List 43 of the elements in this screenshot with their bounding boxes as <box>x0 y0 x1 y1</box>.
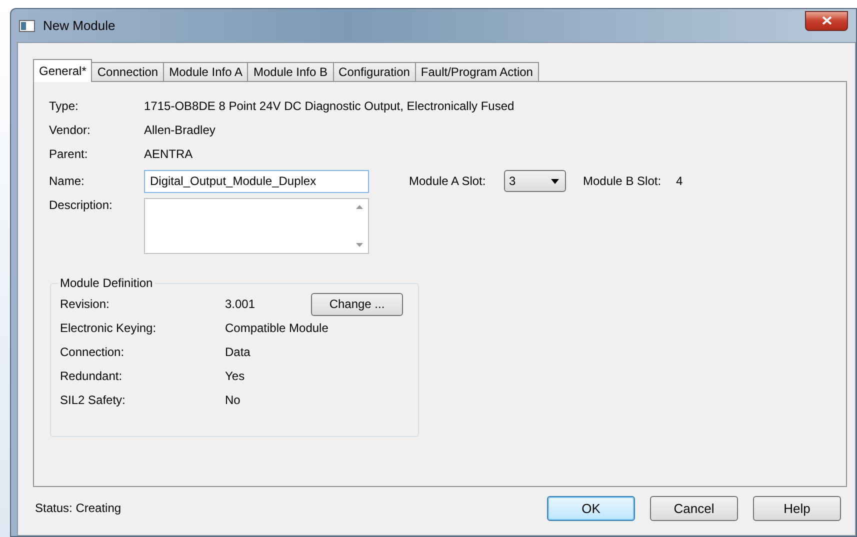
field-label: SIL2 Safety: <box>60 393 126 407</box>
tab[interactable]: Module Info B <box>247 62 334 82</box>
dialog-button[interactable]: Cancel <box>650 496 738 520</box>
field-value: Data <box>225 345 250 359</box>
field-label: Electronic Keying: <box>60 321 158 335</box>
field-value: 3.001 <box>225 297 256 311</box>
tab[interactable]: Fault/Program Action <box>414 62 539 82</box>
close-button[interactable] <box>805 10 848 30</box>
field-label: Module B Slot: <box>583 174 662 188</box>
field-value: Yes <box>225 369 245 383</box>
status-value: Creating <box>76 501 122 515</box>
dropdown-arrow-icon <box>551 178 559 184</box>
tab[interactable]: Connection <box>91 62 164 82</box>
field-label: Module A Slot: <box>409 174 487 188</box>
field-label: Redundant: <box>60 369 124 383</box>
tab[interactable]: Configuration <box>332 62 416 82</box>
name-input[interactable]: Digital_Output_Module_Duplex <box>144 170 369 192</box>
field-label: Type: <box>49 99 80 113</box>
window-icon <box>19 20 35 32</box>
field-value: Allen-Bradley <box>144 123 216 137</box>
slot-dropdown[interactable]: 3 <box>504 170 566 192</box>
field-label: Connection: <box>60 345 126 359</box>
field-label: Revision: <box>60 297 110 311</box>
status-label: Status: <box>35 501 72 515</box>
scroll-up-icon <box>356 205 363 209</box>
group-title: Module Definition <box>59 276 154 290</box>
field-value: Compatible Module <box>225 321 328 335</box>
close-icon <box>822 16 832 25</box>
field-label: Name: <box>49 174 86 188</box>
field-value: 4 <box>676 174 683 188</box>
change-button[interactable]: Change ... <box>311 292 403 316</box>
field-value: AENTRA <box>144 147 193 161</box>
dialog-button[interactable]: OK <box>547 496 635 520</box>
field-label: Vendor: <box>49 123 92 137</box>
tab[interactable]: General* <box>33 59 92 82</box>
field-label: Parent: <box>49 147 89 161</box>
tab[interactable]: Module Info A <box>163 62 248 82</box>
scroll-down-icon <box>356 243 363 247</box>
field-label: Description: <box>49 198 114 212</box>
field-value: No <box>225 393 240 407</box>
window-title: New Module <box>43 18 116 33</box>
dialog-button[interactable]: Help <box>753 496 841 520</box>
field-value: 1715-OB8DE 8 Point 24V DC Diagnostic Output, Electronically Fused <box>144 99 514 113</box>
